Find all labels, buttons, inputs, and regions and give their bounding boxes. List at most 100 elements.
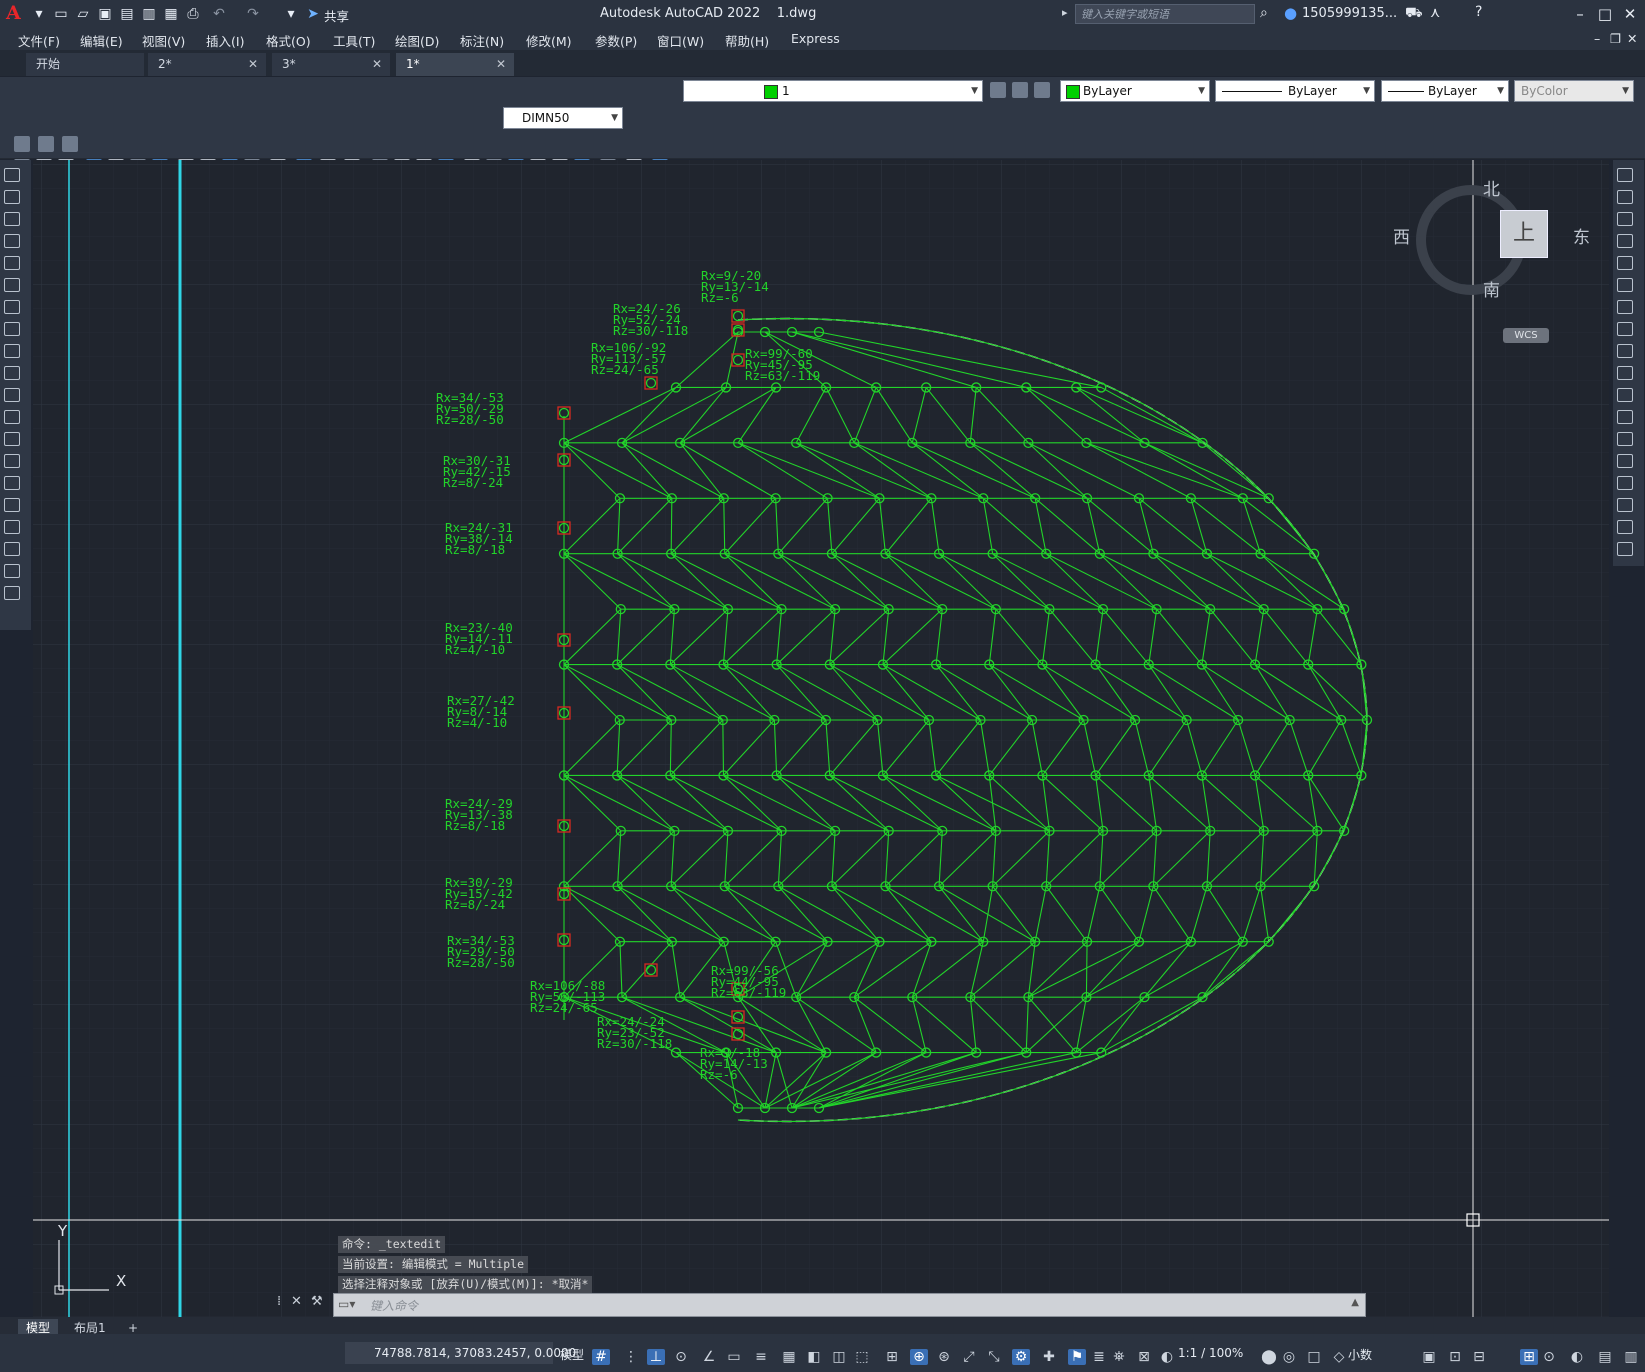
modify-tool-icon[interactable] (1617, 410, 1633, 424)
status-toggle-icon[interactable]: ▥ (1622, 1349, 1640, 1365)
menu-insert[interactable]: 插入(I) (206, 31, 244, 50)
menu-file[interactable]: 文件(F) (18, 31, 60, 50)
status-toggle-icon[interactable]: □ (1305, 1349, 1323, 1365)
command-grip-icon[interactable]: ⁞ (277, 1294, 281, 1309)
draw-tool-icon[interactable] (4, 520, 20, 534)
linetype-dropdown[interactable]: ByLayer ▼ (1215, 80, 1375, 102)
draw-tool-icon[interactable] (4, 542, 20, 556)
status-toggle-icon[interactable]: ◐ (1568, 1349, 1586, 1365)
status-toggle-icon[interactable]: ⊥ (647, 1349, 665, 1365)
menu-help[interactable]: 帮助(H) (725, 31, 769, 50)
status-toggle-icon[interactable]: ◫ (830, 1349, 848, 1365)
status-toggle-icon[interactable]: ⚑ (1068, 1349, 1086, 1365)
plot-icon[interactable]: ⎙ (184, 5, 202, 23)
status-toggle-icon[interactable]: ▭ (725, 1349, 743, 1365)
status-toggle-icon[interactable]: ⊡ (1446, 1349, 1464, 1365)
save-as-icon[interactable]: ▤ (118, 5, 136, 23)
menu-view[interactable]: 视图(V) (142, 31, 185, 50)
modify-tool-icon[interactable] (1617, 520, 1633, 534)
app-menu-chevron-icon[interactable]: ▾ (30, 5, 48, 23)
modify-tool-icon[interactable] (1617, 234, 1633, 248)
status-toggle-icon[interactable]: ✚ (1040, 1349, 1058, 1365)
drawing-canvas[interactable]: Rx=9/-20 Ry=13/-14 Rz=-6 Rx=24/-26 Ry=52/-24… (33, 160, 1609, 1320)
modify-tool-icon[interactable] (1617, 432, 1633, 446)
status-toggle-icon[interactable]: ▦ (780, 1349, 798, 1365)
block-attribute-icon[interactable] (62, 136, 78, 152)
draw-tool-icon[interactable] (4, 454, 20, 468)
status-toggle-icon[interactable]: ◐ (1158, 1349, 1176, 1365)
draw-tool-icon[interactable] (4, 256, 20, 270)
plotstyle-dropdown[interactable]: ByColor ▼ (1514, 80, 1634, 102)
modify-tool-icon[interactable] (1617, 388, 1633, 402)
modify-tool-icon[interactable] (1617, 498, 1633, 512)
redo-icon[interactable]: ↷ (244, 5, 262, 23)
status-toggle-icon[interactable]: ◧ (805, 1349, 823, 1365)
status-toggle-icon[interactable]: ⤡ (985, 1349, 1003, 1365)
status-toggle-icon[interactable]: ◎ (1280, 1349, 1298, 1365)
draw-tool-icon[interactable] (4, 234, 20, 248)
compass-south[interactable]: 南 (1483, 276, 1500, 301)
modify-tool-icon[interactable] (1617, 278, 1633, 292)
draw-tool-icon[interactable] (4, 432, 20, 446)
menu-tools[interactable]: 工具(T) (333, 31, 375, 50)
viewcube-top-face[interactable]: 上 (1500, 210, 1548, 258)
modify-tool-icon[interactable] (1617, 256, 1633, 270)
dimstyle-dropdown[interactable]: DIMN50 ▼ (503, 107, 623, 129)
annotation-scale[interactable]: 1:1 / 100% (1178, 1346, 1243, 1360)
menu-dimension[interactable]: 标注(N) (460, 31, 504, 50)
modify-tool-icon[interactable] (1617, 542, 1633, 556)
draw-tool-icon[interactable] (4, 344, 20, 358)
status-toggle-icon[interactable]: ⊠ (1135, 1349, 1153, 1365)
search-expand-icon[interactable]: ▸ (1062, 6, 1068, 19)
draw-tool-icon[interactable] (4, 388, 20, 402)
menu-modify[interactable]: 修改(M) (526, 31, 572, 50)
status-toggle-icon[interactable]: ⊞ (883, 1349, 901, 1365)
tab-start[interactable]: 开始 (26, 53, 144, 76)
command-customize-icon[interactable]: ⚒ (311, 1294, 323, 1309)
tab-drawing-1[interactable]: 1* ✕ (396, 53, 514, 76)
modify-tool-icon[interactable] (1617, 476, 1633, 490)
draw-tool-icon[interactable] (4, 300, 20, 314)
command-input[interactable]: ▭▾ 键入命令 ▲ (333, 1293, 1366, 1317)
color-dropdown[interactable]: ByLayer ▼ (1060, 80, 1210, 102)
save-icon[interactable]: ▣ (96, 5, 114, 23)
model-space-toggle[interactable]: 模型 (560, 1346, 584, 1363)
status-toggle-icon[interactable]: ⋮ (622, 1349, 640, 1365)
units-display[interactable]: 小数 (1348, 1346, 1372, 1363)
draw-tool-icon[interactable] (4, 190, 20, 204)
share-label[interactable]: 共享 (324, 6, 349, 25)
share-icon[interactable]: ➤ (304, 5, 322, 23)
draw-tool-icon[interactable] (4, 322, 20, 336)
status-toggle-icon[interactable]: ⊛ (935, 1349, 953, 1365)
ucs-menu-button[interactable]: WCS (1503, 328, 1549, 343)
make-current-layer-icon[interactable] (1012, 82, 1028, 98)
modify-tool-icon[interactable] (1617, 322, 1633, 336)
user-name[interactable]: 1505999135... (1302, 6, 1397, 21)
customize-qat-icon[interactable]: ▾ (282, 5, 300, 23)
close-tab-icon[interactable]: ✕ (496, 53, 506, 75)
compass-north[interactable]: 北 (1483, 175, 1500, 200)
command-history-toggle-icon[interactable]: ▲ (1351, 1297, 1359, 1308)
cart-icon[interactable]: ⛟ (1405, 5, 1423, 23)
undo-icon[interactable]: ↶ (210, 5, 228, 23)
status-toggle-icon[interactable]: ◇ (1330, 1349, 1348, 1365)
lineweight-dropdown[interactable]: ByLayer ▼ (1381, 80, 1509, 102)
compass-west[interactable]: 西 (1393, 223, 1410, 248)
status-toggle-icon[interactable]: ⬤ (1260, 1349, 1278, 1365)
save-to-web-icon[interactable]: ▦ (162, 5, 180, 23)
status-toggle-icon[interactable]: ⊕ (910, 1349, 928, 1365)
status-toggle-icon[interactable]: ⛯ (1110, 1349, 1128, 1365)
doc-close-icon[interactable]: ✕ (1627, 31, 1637, 46)
status-toggle-icon[interactable]: ⊞ (1520, 1349, 1538, 1365)
menu-window[interactable]: 窗口(W) (657, 31, 704, 50)
command-prompt-icon[interactable]: ▭▾ (338, 1297, 355, 1311)
coordinate-readout[interactable]: 74788.7814, 37083.2457, 0.0000 (374, 1346, 576, 1360)
user-icon[interactable]: ● (1284, 4, 1297, 22)
search-input[interactable]: 键入关键字或短语 (1075, 4, 1255, 24)
attribute-edit-icon[interactable] (38, 136, 54, 152)
modify-tool-icon[interactable] (1617, 212, 1633, 226)
modify-tool-icon[interactable] (1617, 454, 1633, 468)
menu-edit[interactable]: 编辑(E) (80, 31, 123, 50)
autocad-logo-icon[interactable]: A (6, 2, 21, 24)
status-toggle-icon[interactable]: ⬚ (853, 1349, 871, 1365)
